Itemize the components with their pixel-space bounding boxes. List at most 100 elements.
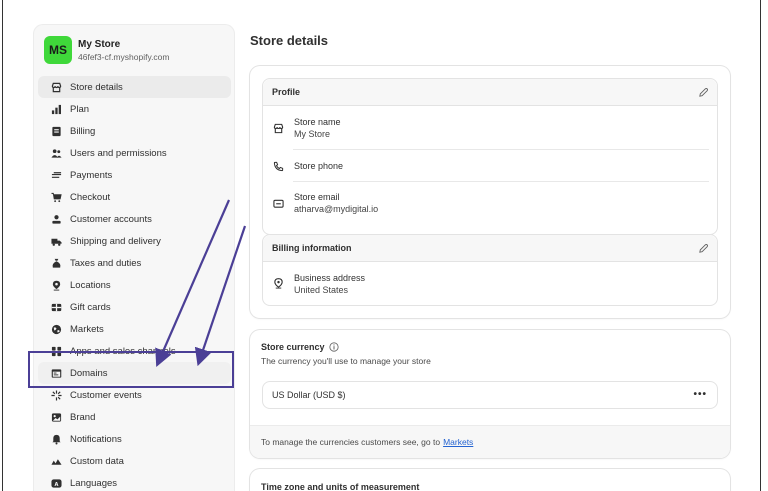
currency-value: US Dollar (USD $)	[272, 390, 346, 400]
sidebar-item-label: Custom data	[70, 455, 124, 467]
currency-row[interactable]: US Dollar (USD $) •••	[262, 381, 718, 409]
currency-footer-text: To manage the currencies customers see, …	[261, 437, 441, 447]
cart-icon	[50, 191, 62, 203]
svg-text:A: A	[54, 481, 58, 487]
globe-icon	[50, 323, 62, 335]
sidebar-item-languages[interactable]: A Languages	[38, 472, 231, 491]
more-actions-icon[interactable]: •••	[693, 390, 707, 400]
store-email-text: Store email atharva@mydigital.io	[294, 191, 378, 215]
markets-link[interactable]: Markets	[443, 437, 473, 447]
sidebar-item-locations[interactable]: Locations	[38, 274, 231, 296]
settings-nav: Store details Plan Billing Users and per…	[38, 76, 231, 491]
sidebar-item-label: Languages	[70, 477, 118, 489]
sidebar-item-taxes[interactable]: Taxes and duties	[38, 252, 231, 274]
sidebar-item-label: Store details	[70, 81, 123, 93]
store-phone-row[interactable]: Store phone	[263, 150, 717, 182]
currency-heading: Store currency	[261, 342, 339, 352]
frame-edge-right	[760, 0, 761, 491]
currency-footer: To manage the currencies customers see, …	[250, 425, 730, 458]
store-details-card: Profile Store name My Store Store phone	[250, 66, 730, 318]
store-name: My Store	[78, 38, 121, 50]
annotation-highlight-box	[28, 351, 234, 388]
store-info: My Store 46fef3-cf.myshopify.com	[78, 38, 170, 63]
billing-icon	[50, 125, 62, 137]
sidebar-item-customer-accounts[interactable]: Customer accounts	[38, 208, 231, 230]
business-address-label: Business address	[294, 272, 366, 283]
sidebar-item-label: Notifications	[70, 433, 122, 445]
sidebar-item-payments[interactable]: Payments	[38, 164, 231, 186]
sidebar-item-gift-cards[interactable]: Gift cards	[38, 296, 231, 318]
profile-header: Profile	[263, 79, 717, 106]
frame-edge-left	[2, 0, 3, 491]
time-zone-title: Time zone and units of measurement	[261, 482, 420, 491]
store-avatar: MS	[44, 36, 72, 64]
sidebar-item-billing[interactable]: Billing	[38, 120, 231, 142]
sidebar-item-label: Users and permissions	[70, 147, 167, 159]
currency-subtitle: The currency you'll use to manage your s…	[261, 356, 431, 366]
sidebar-item-label: Brand	[70, 411, 96, 423]
store-name-value: My Store	[294, 129, 331, 139]
store-phone-text: Store phone	[294, 160, 343, 172]
sidebar-item-plan[interactable]: Plan	[38, 98, 231, 120]
store-icon	[272, 122, 284, 134]
store-name-row[interactable]: Store name My Store	[263, 106, 717, 150]
gift-card-icon	[50, 301, 62, 313]
store-domain: 46fef3-cf.myshopify.com	[78, 51, 170, 62]
sidebar-item-notifications[interactable]: Notifications	[38, 428, 231, 450]
edit-profile-icon[interactable]	[698, 87, 709, 98]
profile-section: Profile Store name My Store Store phone	[262, 78, 718, 235]
billing-header: Billing information	[263, 235, 717, 262]
currency-title: Store currency	[261, 342, 325, 352]
business-address-text: Business address United States	[294, 272, 365, 296]
store-name-label: Store name	[294, 117, 341, 127]
sidebar-item-store-details[interactable]: Store details	[38, 76, 231, 98]
phone-icon	[272, 160, 284, 172]
store-phone-label: Store phone	[294, 161, 344, 171]
sidebar-item-brand[interactable]: Brand	[38, 406, 231, 428]
location-icon	[50, 279, 62, 291]
store-switcher[interactable]: MS My Store 46fef3-cf.myshopify.com	[44, 33, 224, 67]
custom-data-icon	[50, 455, 62, 467]
sidebar-item-label: Gift cards	[70, 301, 111, 313]
sidebar-item-label: Locations	[70, 279, 111, 291]
sidebar-item-label: Plan	[70, 103, 90, 115]
sidebar-item-label: Billing	[70, 125, 96, 137]
plan-icon	[50, 103, 62, 115]
sidebar-item-label: Shipping and delivery	[70, 235, 161, 247]
store-email-value: atharva@mydigital.io	[294, 204, 379, 214]
brand-icon	[50, 411, 62, 423]
settings-sidebar: MS My Store 46fef3-cf.myshopify.com Stor…	[33, 24, 235, 491]
store-currency-card: Store currency The currency you'll use t…	[250, 330, 730, 458]
sidebar-item-users[interactable]: Users and permissions	[38, 142, 231, 164]
sidebar-item-label: Taxes and duties	[70, 257, 142, 269]
billing-section: Billing information Business address Uni…	[262, 234, 718, 306]
users-icon	[50, 147, 62, 159]
payments-icon	[50, 169, 62, 181]
store-icon	[50, 81, 62, 93]
sidebar-item-label: Markets	[70, 323, 104, 335]
store-email-label: Store email	[294, 192, 340, 202]
sidebar-item-checkout[interactable]: Checkout	[38, 186, 231, 208]
sidebar-item-label: Payments	[70, 169, 113, 181]
taxes-icon	[50, 257, 62, 269]
billing-title: Billing information	[272, 243, 352, 253]
store-email-row[interactable]: Store email atharva@mydigital.io	[263, 182, 717, 224]
profile-title: Profile	[272, 87, 301, 97]
location-icon	[272, 278, 284, 290]
business-address-row[interactable]: Business address United States	[263, 262, 717, 305]
sidebar-item-label: Checkout	[70, 191, 111, 203]
bell-icon	[50, 433, 62, 445]
events-icon	[50, 389, 62, 401]
page-title: Store details	[250, 33, 329, 48]
truck-icon	[50, 235, 62, 247]
info-icon[interactable]	[328, 342, 339, 352]
edit-billing-icon[interactable]	[698, 243, 709, 254]
languages-icon: A	[50, 477, 62, 489]
sidebar-item-custom-data[interactable]: Custom data	[38, 450, 231, 472]
app-window: MS My Store 46fef3-cf.myshopify.com Stor…	[0, 0, 768, 491]
sidebar-item-markets[interactable]: Markets	[38, 318, 231, 340]
sidebar-item-shipping[interactable]: Shipping and delivery	[38, 230, 231, 252]
sidebar-item-label: Customer accounts	[70, 213, 152, 225]
business-address-value: United States	[294, 284, 349, 295]
store-name-text: Store name My Store	[294, 116, 341, 140]
